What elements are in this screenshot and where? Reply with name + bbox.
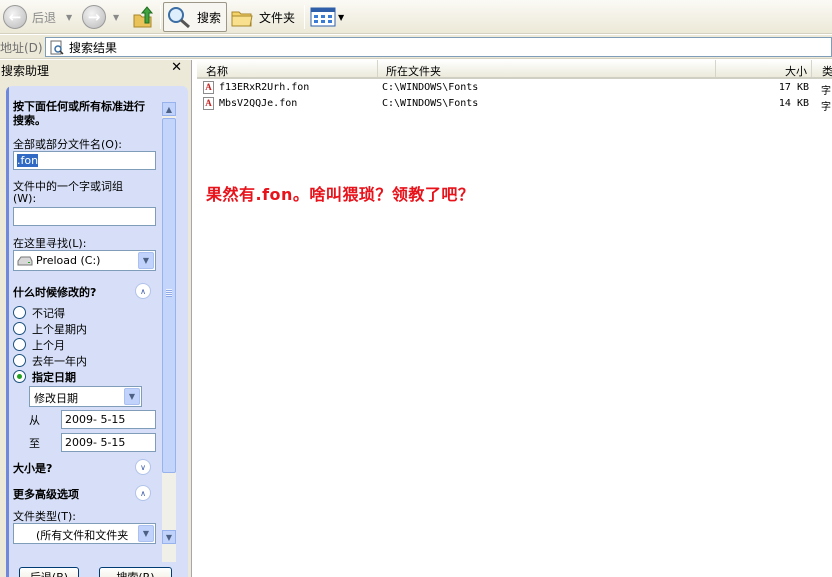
file-size: 14 KB (778, 98, 809, 109)
file-folder: C:\WINDOWS\Fonts (382, 82, 479, 93)
back-label: 后退 (32, 10, 57, 25)
phrase-label-shortcut: (W): (13, 192, 37, 205)
column-type[interactable]: 类 (812, 60, 832, 78)
file-size: 17 KB (778, 82, 809, 93)
up-folder-button[interactable] (131, 2, 155, 32)
views-grid-icon (310, 7, 336, 27)
lookin-value: Preload (C:) (36, 254, 101, 267)
to-label: 至 (29, 437, 40, 450)
option-last-year: 去年一年内 (32, 355, 87, 368)
option-last-week: 上个星期内 (32, 323, 87, 336)
forward-dropdown-icon[interactable]: ▼ (113, 13, 119, 22)
date-type-value: 修改日期 (34, 392, 78, 405)
from-date-input[interactable]: 2009- 5-15 (61, 410, 156, 429)
search-toggle-button[interactable]: 搜索 (163, 2, 228, 32)
column-size[interactable]: 大小 (716, 60, 812, 78)
address-label: 地址(D) (0, 41, 43, 55)
column-name[interactable]: 名称 (197, 60, 378, 78)
expand-size-icon[interactable]: ∨ (135, 459, 151, 475)
date-type-select[interactable]: 修改日期 ▼ (29, 386, 142, 407)
search-label: 搜索 (197, 10, 222, 25)
close-icon[interactable]: ✕ (171, 60, 182, 75)
lookin-label: 在这里寻找(L): (13, 237, 87, 250)
size-heading[interactable]: 大小是? (13, 460, 52, 476)
search-button[interactable]: 搜索(R) (99, 567, 172, 577)
search-form: 按下面任何或所有标准进行搜索。 全部或部分文件名(O): .fon 文件中的一个… (6, 86, 188, 577)
views-button[interactable]: ▼ (310, 2, 344, 32)
back-search-button[interactable]: 后退(B) (19, 567, 79, 577)
file-type: 字 (821, 86, 831, 97)
filetype-value: (所有文件和文件夹 (36, 529, 129, 542)
search-magnifier-icon (168, 7, 190, 29)
lookin-select[interactable]: Preload (C:) ▼ (13, 250, 156, 271)
scroll-up-icon[interactable]: ▲ (162, 102, 176, 116)
when-heading: 什么时候修改的? (13, 286, 97, 299)
table-row[interactable]: A f13ERxR2Urh.fon C:\WINDOWS\Fonts 17 KB… (197, 80, 832, 97)
folders-label: 文件夹 (259, 10, 296, 25)
filename-value: .fon (17, 154, 39, 167)
forward-arrow-icon: → (82, 5, 106, 29)
folders-button[interactable]: 文件夹 (230, 2, 295, 32)
radio-last-week[interactable] (13, 322, 26, 335)
address-value: 搜索结果 (69, 40, 118, 55)
file-name: f13ERxR2Urh.fon (219, 82, 310, 93)
radio-specify-dates[interactable] (13, 370, 26, 383)
advanced-heading[interactable]: 更多高级选项 (13, 486, 79, 502)
filename-input[interactable]: .fon (13, 151, 156, 170)
option-last-month: 上个月 (32, 339, 65, 352)
chevron-down-icon: ▼ (138, 252, 154, 269)
table-row[interactable]: A MbsV2QQJe.fon C:\WINDOWS\Fonts 14 KB 字 (197, 96, 832, 113)
column-folder[interactable]: 所在文件夹 (378, 60, 716, 78)
forward-button[interactable]: → ▼ (82, 2, 119, 32)
file-type: 字 (821, 102, 831, 113)
annotation-text: 果然有.fon。啥叫猥琐？领教了吧？ (206, 185, 475, 204)
back-dropdown-icon[interactable]: ▼ (66, 13, 72, 22)
scroll-down-icon[interactable]: ▼ (162, 530, 176, 544)
file-name: MbsV2QQJe.fon (219, 98, 298, 109)
to-date-input[interactable]: 2009- 5-15 (61, 433, 156, 452)
search-heading: 按下面任何或所有标准进行搜索。 (13, 100, 145, 127)
list-header: 名称 所在文件夹 大小 类 (197, 60, 832, 79)
font-file-icon: A (203, 97, 214, 110)
search-companion-pane: 搜索助理 ✕ 按下面任何或所有标准进行搜索。 全部或部分文件名(O): .fon… (0, 60, 192, 577)
font-file-icon: A (203, 81, 214, 94)
toolbar: ← 后退 ▼ → ▼ 搜索 文件夹 ▼ (0, 0, 832, 34)
filetype-label: 文件类型(T): (13, 510, 77, 523)
up-folder-icon (133, 6, 154, 28)
radio-dont-remember[interactable] (13, 306, 26, 319)
address-bar: 地址(D) 搜索结果 (0, 35, 832, 59)
file-folder: C:\WINDOWS\Fonts (382, 98, 479, 109)
pane-title: 搜索助理 (1, 64, 50, 78)
drive-icon (17, 256, 33, 266)
phrase-input[interactable] (13, 207, 156, 226)
scroll-thumb[interactable] (162, 118, 176, 473)
radio-last-month[interactable] (13, 338, 26, 351)
collapse-advanced-icon[interactable]: ∧ (135, 485, 151, 501)
option-dont-remember: 不记得 (32, 307, 65, 320)
back-button[interactable]: ← 后退 ▼ (3, 2, 72, 32)
address-input[interactable]: 搜索结果 (45, 37, 832, 57)
filetype-select[interactable]: (所有文件和文件夹 ▼ (13, 523, 156, 544)
views-dropdown-icon: ▼ (338, 12, 345, 22)
collapse-when-icon[interactable]: ∧ (135, 283, 151, 299)
radio-last-year[interactable] (13, 354, 26, 367)
back-arrow-icon: ← (3, 5, 27, 29)
chevron-down-icon: ▼ (138, 525, 154, 542)
search-results-icon (50, 40, 64, 55)
option-specify-dates: 指定日期 (32, 371, 76, 384)
from-label: 从 (29, 414, 40, 427)
pane-scrollbar[interactable]: ▲ ▼ (162, 102, 176, 562)
folder-icon (231, 11, 253, 27)
filename-label: 全部或部分文件名(O): (13, 138, 122, 151)
chevron-down-icon: ▼ (124, 388, 140, 405)
